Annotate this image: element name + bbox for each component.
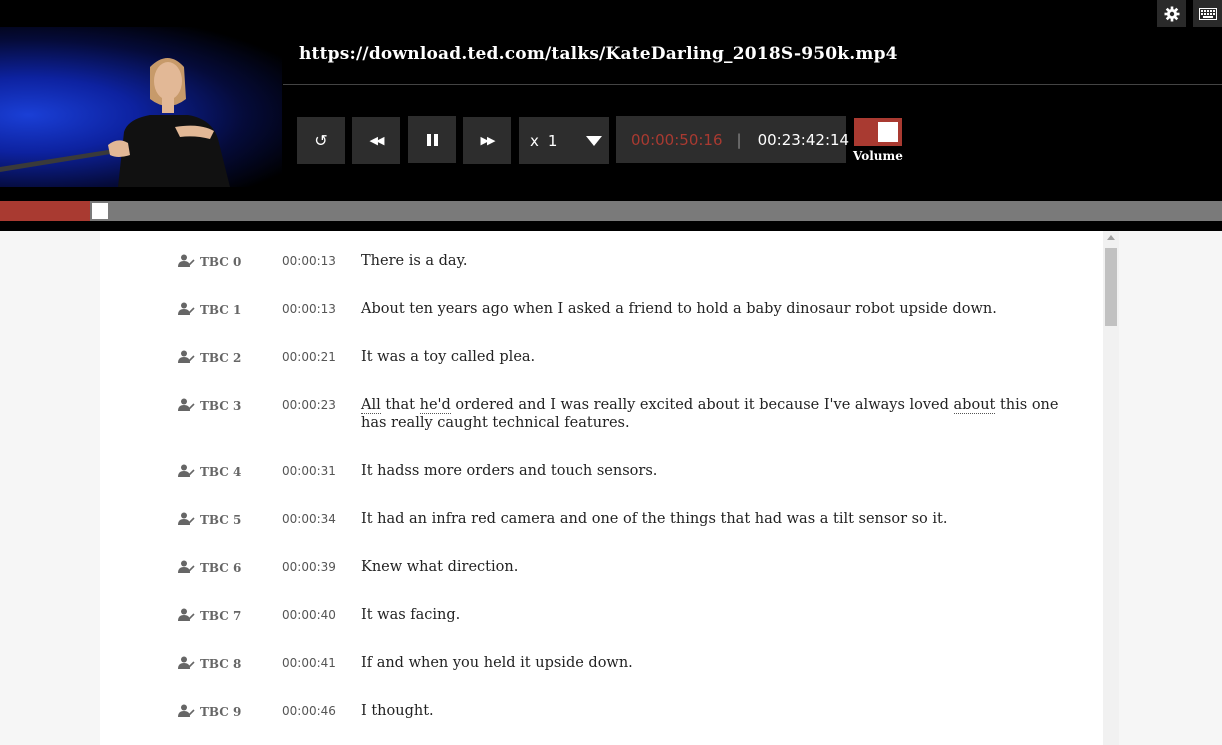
segment-text[interactable]: I thought. [361,703,434,719]
text-part: that [380,397,420,413]
speaker-edit-icon[interactable] [178,702,195,721]
speed-select[interactable]: x 1 [519,117,609,164]
rewind-button[interactable]: ◀◀ [352,117,400,164]
progress-fill [0,201,91,221]
speaker-name: TBC 6 [200,560,242,575]
segment-text-block: About ten years ago when I asked a frien… [361,300,1081,318]
speaker-label[interactable]: TBC 0 [178,252,241,271]
speaker-label[interactable]: TBC 9 [178,702,241,721]
speaker-edit-icon[interactable] [178,558,195,577]
segment-text-block: It hadss more orders and touch sensors. [361,462,1081,480]
speaker-label[interactable]: TBC 8 [178,654,241,673]
speaker-label[interactable]: TBC 5 [178,510,241,529]
header-divider [283,84,1222,85]
speaker-edit-icon[interactable] [178,654,195,673]
volume-label: Volume [853,149,903,163]
speaker-label[interactable]: TBC 4 [178,462,241,481]
speaker-edit-icon[interactable] [178,348,195,367]
flagged-word[interactable]: he'd [419,397,451,414]
segment-text-block: There is a day. [361,252,1081,270]
speed-value: 1 [547,131,558,150]
speed-prefix: x [530,131,539,150]
timestamp[interactable]: 00:00:46 [282,704,336,718]
timestamp[interactable]: 00:00:23 [282,398,336,412]
timestamp[interactable]: 00:00:34 [282,512,336,526]
timestamp[interactable]: 00:00:41 [282,656,336,670]
speaker-edit-icon[interactable] [178,252,195,271]
speaker-edit-icon[interactable] [178,396,195,415]
speaker-name: TBC 2 [200,350,242,365]
speaker-edit-icon[interactable] [178,510,195,529]
segment-text-block: I thought. [361,702,1081,720]
time-display: 00:00:50:16 | 00:23:42:14 [616,116,849,163]
media-url: https://download.ted.com/talks/KateDarli… [299,44,898,64]
timestamp[interactable]: 00:00:31 [282,464,336,478]
speaker-name: TBC 7 [200,608,242,623]
segment-text[interactable]: All that he'd ordered and I was really e… [361,397,1058,431]
replay-button[interactable]: ↺ [297,117,345,164]
speaker-name: TBC 0 [200,254,242,269]
video-thumbnail[interactable] [0,27,282,187]
chevron-down-icon [586,135,603,146]
speaker-label[interactable]: TBC 7 [178,606,241,625]
time-divider: | [736,130,742,149]
keyboard-icon[interactable] [1193,0,1222,27]
speaker-label[interactable]: TBC 3 [178,396,241,415]
speaker-name: TBC 9 [200,704,242,719]
segment-text[interactable]: About ten years ago when I asked a frien… [361,301,997,317]
speaker-name: TBC 4 [200,464,242,479]
scrollbar[interactable] [1103,231,1119,745]
timestamp[interactable]: 00:00:21 [282,350,336,364]
replay-icon: ↺ [314,131,328,150]
timestamp[interactable]: 00:00:39 [282,560,336,574]
segment-text-block: It had an infra red camera and one of th… [361,510,1081,528]
total-time: 00:23:42:14 [757,130,850,149]
segment-text-block: It was a toy called plea. [361,348,1081,366]
gear-icon[interactable] [1157,0,1186,27]
scroll-up-arrow[interactable] [1107,235,1115,240]
timestamp[interactable]: 00:00:40 [282,608,336,622]
segment-text-block: It was facing. [361,606,1081,624]
transcript-panel: TBC 0 00:00:13 There is a day. TBC 1 00:00:1… [100,231,1103,745]
speaker-edit-icon[interactable] [178,462,195,481]
speaker-edit-icon[interactable] [178,300,195,319]
progress-bar[interactable] [0,201,1222,221]
speaker-edit-icon[interactable] [178,606,195,625]
fast-forward-icon: ▶▶ [480,134,496,147]
segment-text[interactable]: It was a toy called plea. [361,349,535,365]
pause-icon [426,133,438,146]
fast-forward-button[interactable]: ▶▶ [463,117,511,164]
speaker-name: TBC 3 [200,398,242,413]
speaker-label[interactable]: TBC 1 [178,300,241,319]
segment-text[interactable]: It had an infra red camera and one of th… [361,511,947,527]
segment-text[interactable]: If and when you held it upside down. [361,655,633,671]
flagged-word[interactable]: about [953,397,996,414]
volume-toggle[interactable] [854,118,902,146]
timestamp[interactable]: 00:00:13 [282,302,336,316]
speaker-name: TBC 5 [200,512,242,527]
segment-text-block: All that he'd ordered and I was really e… [361,396,1081,432]
rewind-icon: ◀◀ [369,134,385,147]
speaker-name: TBC 1 [200,302,242,317]
flagged-word[interactable]: All [361,397,381,414]
speaker-name: TBC 8 [200,656,242,671]
progress-handle[interactable] [90,201,111,221]
segment-text[interactable]: It hadss more orders and touch sensors. [361,463,657,479]
current-time: 00:00:50:16 [631,130,723,149]
player-header: https://download.ted.com/talks/KateDarli… [0,0,1222,231]
segment-text-block: If and when you held it upside down. [361,654,1081,672]
pause-button[interactable] [408,116,456,163]
scroll-thumb[interactable] [1105,248,1117,326]
text-part: ordered and I was really excited about i… [450,397,954,413]
segment-text[interactable]: There is a day. [361,253,467,269]
speaker-label[interactable]: TBC 2 [178,348,241,367]
segment-text-block: Knew what direction. [361,558,1081,576]
timestamp[interactable]: 00:00:13 [282,254,336,268]
segment-text[interactable]: It was facing. [361,607,460,623]
segment-text[interactable]: Knew what direction. [361,559,518,575]
speaker-label[interactable]: TBC 6 [178,558,241,577]
volume-toggle-knob [878,122,898,142]
